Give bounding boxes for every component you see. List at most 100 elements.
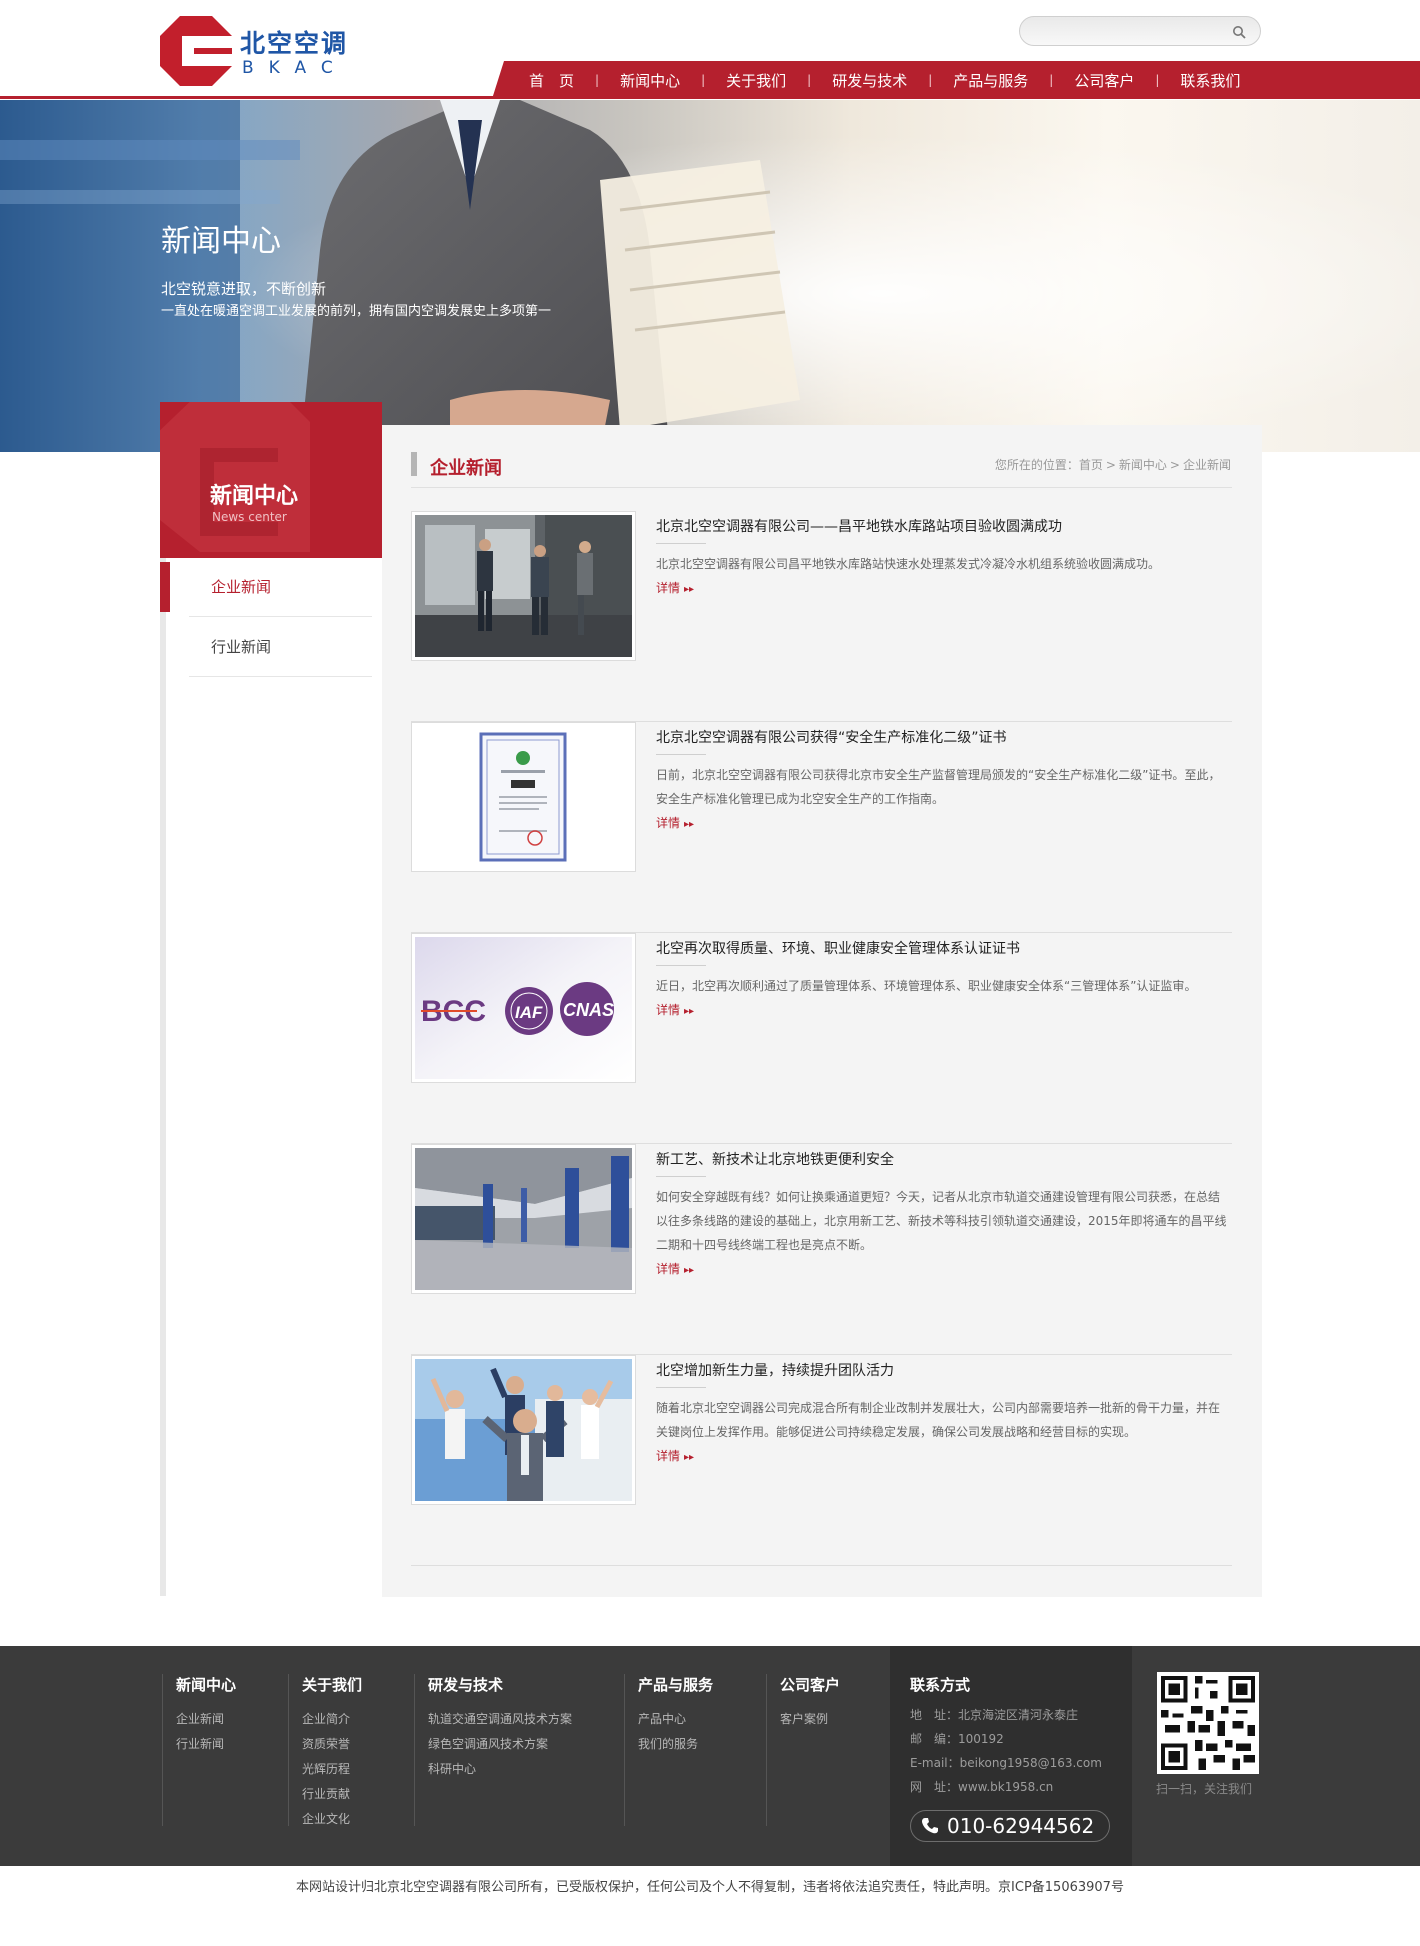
news-more-link[interactable]: 详情 ▸▸ xyxy=(656,811,1228,837)
section-title: 企业新闻 xyxy=(430,458,502,479)
news-thumbnail[interactable] xyxy=(411,722,636,872)
footer-link[interactable]: 绿色空调通风技术方案 xyxy=(428,1735,548,1752)
footer-link[interactable]: 行业新闻 xyxy=(176,1735,224,1752)
news-title[interactable]: 北空再次取得质量、环境、职业健康安全管理体系认证证书 xyxy=(656,938,1226,958)
contact-email[interactable]: E-mail：beikong1958@163.com xyxy=(910,1754,1102,1771)
footer-column-research: 研发与技术 轨道交通空调通风技术方案 绿色空调通风技术方案 科研中心 xyxy=(414,1646,614,1826)
news-more-link[interactable]: 详情 ▸▸ xyxy=(656,1257,1228,1283)
banner-tagline: 一直处在暖通空调工业发展的前列，拥有国内空调发展史上多项第一 xyxy=(161,304,552,319)
safety-certificate-image xyxy=(415,726,632,868)
certification-logos-image: BCC IAF CNAS xyxy=(415,937,632,1079)
footer-link[interactable]: 光辉历程 xyxy=(302,1760,350,1777)
footer-link[interactable]: 企业新闻 xyxy=(176,1710,224,1727)
footer-column-title: 公司客户 xyxy=(780,1676,841,1694)
news-summary: 近日，北空再次顺利通过了质量管理体系、环境管理体系、职业健康安全体系“三管理体系… xyxy=(656,979,1197,993)
sidebar-item-industry-news[interactable]: 行业新闻 xyxy=(189,617,372,677)
double-arrow-icon: ▸▸ xyxy=(684,819,695,830)
news-divider xyxy=(411,1565,1232,1566)
contact-website[interactable]: 网 址：www.bk1958.cn xyxy=(910,1778,1053,1795)
breadcrumb-home[interactable]: 首页 xyxy=(1079,458,1103,472)
search-icon[interactable] xyxy=(1232,25,1246,39)
news-title-underline xyxy=(656,1176,706,1177)
search-input[interactable] xyxy=(1034,22,1224,42)
footer-link[interactable]: 产品中心 xyxy=(638,1710,686,1727)
nav-item-home[interactable]: 首 页 xyxy=(508,70,595,91)
nav-item-contact[interactable]: 联系我们 xyxy=(1159,70,1261,91)
footer-column-products: 产品与服务 产品中心 我们的服务 xyxy=(624,1646,754,1826)
nav-item-clients[interactable]: 公司客户 xyxy=(1053,70,1155,91)
footer-link[interactable]: 行业贡献 xyxy=(302,1785,350,1802)
breadcrumb-prefix: 您所在的位置： xyxy=(994,458,1079,472)
footer-link[interactable]: 客户案例 xyxy=(780,1710,828,1727)
sidebar-item-company-news[interactable]: 企业新闻 xyxy=(189,557,372,617)
cert-logo-cnas: CNAS xyxy=(563,1000,614,1020)
news-summary: 如何安全穿越既有线？如何让换乘通道更短？今天，记者从北京市轨道交通建设管理有限公… xyxy=(656,1190,1227,1252)
footer-link[interactable]: 我们的服务 xyxy=(638,1735,698,1752)
news-thumbnail[interactable] xyxy=(411,1144,636,1294)
main-nav: 首 页 | 新闻中心 | 关于我们 | 研发与技术 | 产品与服务 | 公司客户 | 联系我… xyxy=(492,61,1420,99)
news-title[interactable]: 新工艺、新技术让北京地铁更便利安全 xyxy=(656,1149,1226,1169)
footer-link[interactable]: 企业简介 xyxy=(302,1710,350,1727)
news-item: 北空增加新生力量，持续提升团队活力 随着北京北空空调器公司完成混合所有制企业改制… xyxy=(411,1355,1232,1566)
footer-divider xyxy=(288,1674,289,1826)
news-summary-block: 近日，北空再次顺利通过了质量管理体系、环境管理体系、职业健康安全体系“三管理体系… xyxy=(656,974,1228,1024)
site-footer: 新闻中心 企业新闻 行业新闻 关于我们 企业简介 资质荣誉 光辉历程 行业贡献 … xyxy=(0,1646,1420,1866)
banner-businessman-image xyxy=(0,100,1420,452)
breadcrumb-news-center[interactable]: 新闻中心 xyxy=(1119,458,1167,472)
section-title-marker xyxy=(411,452,417,476)
workers-inspecting-equipment-image xyxy=(415,515,632,657)
news-summary-block: 北京北空空调器有限公司昌平地铁水库路站快速水处理蒸发式冷凝冷水机组系统验收圆满成… xyxy=(656,552,1228,602)
footer-link[interactable]: 科研中心 xyxy=(428,1760,476,1777)
footer-column-title: 关于我们 xyxy=(302,1676,363,1694)
phone-icon xyxy=(922,1818,938,1834)
news-item: 新工艺、新技术让北京地铁更便利安全 如何安全穿越既有线？如何让换乘通道更短？今天… xyxy=(411,1144,1232,1355)
breadcrumb-current[interactable]: 企业新闻 xyxy=(1183,458,1231,472)
news-item: BCC IAF CNAS 北空再次取得质量、环境、职业健康安全管理体系认证证书 … xyxy=(411,933,1232,1144)
footer-contact: 联系方式 地 址：北京海淀区清河永泰庄 邮 编：100192 E-mail：be… xyxy=(890,1646,1132,1866)
news-more-link[interactable]: 详情 ▸▸ xyxy=(656,1444,1228,1470)
nav-item-news[interactable]: 新闻中心 xyxy=(599,70,701,91)
news-thumbnail[interactable] xyxy=(411,511,636,661)
footer-column-clients: 公司客户 客户案例 xyxy=(766,1646,886,1826)
site-logo[interactable]: 北空空调 BKAC xyxy=(160,16,370,86)
news-thumbnail[interactable] xyxy=(411,1355,636,1505)
contact-postcode: 邮 编：100192 xyxy=(910,1732,1004,1746)
footer-contact-title: 联系方式 xyxy=(910,1676,971,1694)
footer-column-title: 新闻中心 xyxy=(176,1676,237,1694)
nav-item-products[interactable]: 产品与服务 xyxy=(932,70,1049,91)
news-thumbnail[interactable]: BCC IAF CNAS xyxy=(411,933,636,1083)
news-more-label: 详情 xyxy=(656,1449,681,1463)
breadcrumb: 您所在的位置：首页 > 新闻中心 > 企业新闻 xyxy=(995,456,1231,473)
nav-item-about[interactable]: 关于我们 xyxy=(705,70,807,91)
qr-caption: 扫一扫，关注我们 xyxy=(1156,1782,1253,1796)
breadcrumb-separator: > xyxy=(1105,458,1116,472)
news-title[interactable]: 北空增加新生力量，持续提升团队活力 xyxy=(656,1360,1226,1380)
footer-link[interactable]: 资质荣誉 xyxy=(302,1735,350,1752)
news-item: 北京北空空调器有限公司获得“安全生产标准化二级”证书 日前，北京北空空调器有限公… xyxy=(411,722,1232,933)
news-more-link[interactable]: 详情 ▸▸ xyxy=(656,998,1228,1024)
copyright-notice: 本网站设计归北京北空空调器有限公司所有，已受版权保护，任何公司及个人不得复制，违… xyxy=(296,1880,1124,1895)
news-more-label: 详情 xyxy=(656,816,681,830)
search-box xyxy=(1019,16,1261,46)
footer-column-news: 新闻中心 企业新闻 行业新闻 xyxy=(162,1646,282,1826)
news-title-underline xyxy=(656,754,706,755)
news-more-link[interactable]: 详情 ▸▸ xyxy=(656,576,1228,602)
nav-item-research[interactable]: 研发与技术 xyxy=(811,70,928,91)
news-title[interactable]: 北京北空空调器有限公司获得“安全生产标准化二级”证书 xyxy=(656,727,1226,747)
footer-divider xyxy=(766,1674,767,1826)
news-title-underline xyxy=(656,965,706,966)
subway-station-image xyxy=(415,1148,632,1290)
news-summary-block: 如何安全穿越既有线？如何让换乘通道更短？今天，记者从北京市轨道交通建设管理有限公… xyxy=(656,1185,1228,1283)
footer-divider xyxy=(414,1674,415,1826)
footer-link[interactable]: 轨道交通空调通风技术方案 xyxy=(428,1710,572,1727)
hero-banner: 新闻中心 北空锐意进取，不断创新 一直处在暖通空调工业发展的前列，拥有国内空调发… xyxy=(0,100,1420,452)
contact-phone[interactable]: 010-62944562 xyxy=(910,1810,1110,1842)
sidebar-title-en: News center xyxy=(212,510,287,524)
footer-link[interactable]: 企业文化 xyxy=(302,1810,350,1827)
news-title[interactable]: 北京北空空调器有限公司——昌平地铁水库路站项目验收圆满成功 xyxy=(656,516,1226,536)
sidebar-header: 新闻中心 News center xyxy=(160,402,382,558)
cert-logo-iaf: IAF xyxy=(515,1003,543,1022)
section-divider xyxy=(411,487,1232,488)
banner-subtitle: 北空锐意进取，不断创新 xyxy=(161,280,327,298)
footer-column-about: 关于我们 企业简介 资质荣誉 光辉历程 行业贡献 企业文化 xyxy=(288,1646,408,1826)
